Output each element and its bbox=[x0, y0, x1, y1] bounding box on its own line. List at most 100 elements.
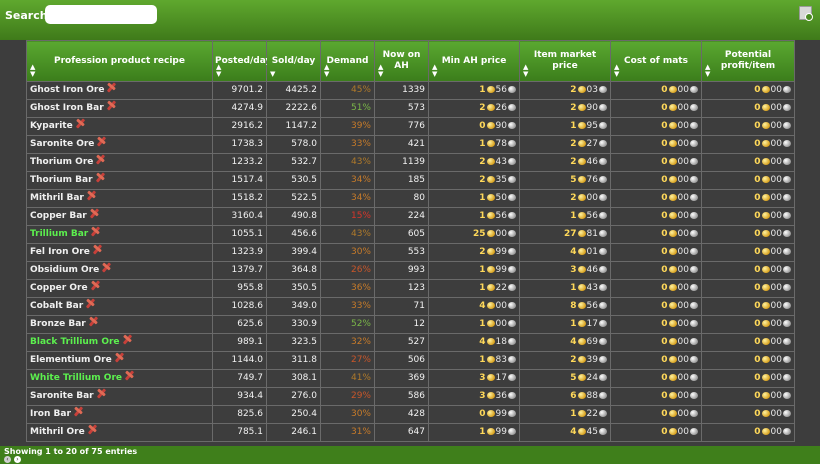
table-row[interactable]: Trillium Bar 1055.1 456.6 43% 605 25 00 27 81 0 00… bbox=[26, 225, 795, 244]
silver-amount: 00 bbox=[677, 355, 689, 365]
silver-amount: 00 bbox=[677, 373, 689, 383]
col-header-demand[interactable]: Demand ▲ ▼ bbox=[320, 40, 375, 82]
silver-coin-icon bbox=[599, 158, 607, 165]
posted-per-day: 955.8 bbox=[212, 279, 267, 298]
table-row[interactable]: Copper Ore 955.8 350.5 36% 123 1 22 1 43 0 00 0 00 bbox=[26, 279, 795, 298]
table-body: Ghost Iron Ore 9701.2 4425.2 45% 1339 1 56 2 03 0… bbox=[26, 81, 795, 442]
recipe-name[interactable]: Mithril Bar bbox=[26, 189, 213, 208]
table-row[interactable]: Obsidium Ore 1379.7 364.8 26% 993 1 99 3 46 0 00 0 0… bbox=[26, 261, 795, 280]
silver-amount: 00 bbox=[677, 193, 689, 203]
table-row[interactable]: Saronite Ore 1738.3 578.0 33% 421 1 78 2 27 0 00 0 0… bbox=[26, 135, 795, 154]
recipe-name[interactable]: Kyparite bbox=[26, 117, 213, 136]
silver-coin-icon bbox=[783, 284, 791, 291]
gold-amount: 0 bbox=[661, 85, 668, 95]
table-row[interactable]: Copper Bar 3160.4 490.8 15% 224 1 56 1 56 0 00 0 00 bbox=[26, 207, 795, 226]
recipe-name[interactable]: Mithril Ore bbox=[26, 423, 213, 442]
recipe-name[interactable]: Thorium Ore bbox=[26, 153, 213, 172]
table-row[interactable]: Kyparite 2916.2 1147.2 39% 776 0 90 1 95 0 00 0 00 bbox=[26, 117, 795, 136]
silver-amount: 18 bbox=[495, 337, 507, 347]
recipe-name[interactable]: Saronite Ore bbox=[26, 135, 213, 154]
gold-coin-icon bbox=[761, 230, 770, 237]
sold-per-day: 490.8 bbox=[266, 207, 321, 226]
recipe-name[interactable]: Black Trillium Ore bbox=[26, 333, 213, 352]
recipe-name[interactable]: Iron Bar bbox=[26, 405, 213, 424]
silver-amount: 46 bbox=[586, 157, 598, 167]
silver-coin-icon bbox=[508, 86, 516, 93]
col-header-profit[interactable]: Potential profit/item ▲ ▼ bbox=[701, 40, 795, 82]
silver-amount: 43 bbox=[495, 157, 507, 167]
silver-amount: 90 bbox=[586, 103, 598, 113]
recipe-name[interactable]: White Trillium Ore bbox=[26, 369, 213, 388]
table-row[interactable]: Thorium Bar 1517.4 530.5 34% 185 2 35 5 76 0 00 0 00 bbox=[26, 171, 795, 190]
recipe-icon bbox=[86, 191, 97, 202]
table-row[interactable]: Bronze Bar 625.6 330.9 52% 12 1 00 1 17 0 00 0 00 bbox=[26, 315, 795, 334]
silver-amount: 99 bbox=[495, 409, 507, 419]
table-row[interactable]: Cobalt Bar 1028.6 349.0 33% 71 4 00 8 56 0 00 0 00 bbox=[26, 297, 795, 316]
recipe-name[interactable]: Bronze Bar bbox=[26, 315, 213, 334]
potential-profit: 0 00 bbox=[701, 99, 795, 118]
silver-coin-icon bbox=[783, 356, 791, 363]
demand-percent: 45% bbox=[320, 81, 375, 100]
previous-page-icon[interactable]: ‹ bbox=[4, 456, 11, 463]
silver-coin-icon bbox=[783, 194, 791, 201]
search-input[interactable] bbox=[45, 5, 157, 24]
recipe-name[interactable]: Fel Iron Ore bbox=[26, 243, 213, 262]
table-row[interactable]: Black Trillium Ore 989.1 323.5 32% 527 4 18 4 69… bbox=[26, 333, 795, 352]
table-row[interactable]: White Trillium Ore 749.7 308.1 41% 369 3 17 5 24… bbox=[26, 369, 795, 388]
recipe-name-text: Bronze Bar bbox=[30, 319, 86, 329]
recipe-name[interactable]: Trillium Bar bbox=[26, 225, 213, 244]
col-header-market-price[interactable]: Item market price ▲ ▼ bbox=[519, 40, 611, 82]
recipe-icon bbox=[90, 281, 101, 292]
gold-amount: 0 bbox=[754, 229, 761, 239]
cost-of-mats: 0 00 bbox=[610, 117, 702, 136]
gold-coin-icon bbox=[486, 320, 495, 327]
gold-coin-icon bbox=[668, 230, 677, 237]
gold-amount: 1 bbox=[570, 319, 577, 329]
silver-amount: 22 bbox=[586, 409, 598, 419]
table-row[interactable]: Ghost Iron Ore 9701.2 4425.2 45% 1339 1 56 2 03 0… bbox=[26, 81, 795, 100]
table-row[interactable]: Thorium Ore 1233.2 532.7 43% 1139 2 43 2 46 0 00 0 0… bbox=[26, 153, 795, 172]
table-row[interactable]: Saronite Bar 934.4 276.0 29% 586 3 36 6 88 0 00 0 00 bbox=[26, 387, 795, 406]
cost-of-mats: 0 00 bbox=[610, 81, 702, 100]
recipe-name[interactable]: Copper Ore bbox=[26, 279, 213, 298]
gold-amount: 1 bbox=[479, 193, 486, 203]
now-on-ah: 647 bbox=[374, 423, 429, 442]
table-row[interactable]: Elementium Ore 1144.0 311.8 27% 506 1 83 2 39 0 00… bbox=[26, 351, 795, 370]
silver-amount: 01 bbox=[586, 247, 598, 257]
table-row[interactable]: Ghost Iron Bar 4274.9 2222.6 51% 573 2 26 2 90 0 0… bbox=[26, 99, 795, 118]
col-header-ah[interactable]: Now on AH ▲ ▼ bbox=[374, 40, 429, 82]
col-header-cost[interactable]: Cost of mats ▲ ▼ bbox=[610, 40, 702, 82]
gold-amount: 0 bbox=[661, 211, 668, 221]
gold-coin-icon bbox=[486, 194, 495, 201]
col-header-min-price[interactable]: Min AH price ▲ ▼ bbox=[428, 40, 520, 82]
recipe-name[interactable]: Elementium Ore bbox=[26, 351, 213, 370]
table-row[interactable]: Mithril Ore 785.1 246.1 31% 647 1 99 4 45 0 00 0 00 bbox=[26, 423, 795, 442]
next-page-icon[interactable]: › bbox=[14, 456, 21, 463]
silver-coin-icon bbox=[508, 266, 516, 273]
recipe-name[interactable]: Copper Bar bbox=[26, 207, 213, 226]
min-ah-price: 3 36 bbox=[428, 387, 520, 406]
table-row[interactable]: Mithril Bar 1518.2 522.5 34% 80 1 50 2 00 0 00 0 00 bbox=[26, 189, 795, 208]
table-row[interactable]: Fel Iron Ore 1323.9 399.4 30% 553 2 99 4 01 0 00 0 0… bbox=[26, 243, 795, 262]
min-ah-price: 1 22 bbox=[428, 279, 520, 298]
recipe-name[interactable]: Ghost Iron Ore bbox=[26, 81, 213, 100]
recipe-name[interactable]: Thorium Bar bbox=[26, 171, 213, 190]
silver-coin-icon bbox=[690, 320, 698, 327]
recipe-name[interactable]: Ghost Iron Bar bbox=[26, 99, 213, 118]
col-header-recipe[interactable]: Profession product recipe ▲ ▼ bbox=[26, 40, 213, 82]
export-icon[interactable] bbox=[799, 6, 813, 21]
silver-amount: 00 bbox=[770, 175, 782, 185]
col-header-posted[interactable]: Posted/day ▲ ▼ bbox=[212, 40, 271, 82]
demand-percent: 34% bbox=[320, 189, 375, 208]
recipe-name[interactable]: Cobalt Bar bbox=[26, 297, 213, 316]
table-row[interactable]: Iron Bar 825.6 250.4 30% 428 0 99 1 22 0 00 0 00 bbox=[26, 405, 795, 424]
col-header-sold[interactable]: Sold/day ▼ bbox=[266, 40, 321, 82]
gold-coin-icon bbox=[668, 212, 677, 219]
recipe-name[interactable]: Obsidium Ore bbox=[26, 261, 213, 280]
silver-amount: 00 bbox=[770, 229, 782, 239]
gold-coin-icon bbox=[668, 392, 677, 399]
gold-amount: 0 bbox=[661, 301, 668, 311]
recipe-name[interactable]: Saronite Bar bbox=[26, 387, 213, 406]
silver-amount: 90 bbox=[495, 121, 507, 131]
gold-amount: 2 bbox=[570, 157, 577, 167]
